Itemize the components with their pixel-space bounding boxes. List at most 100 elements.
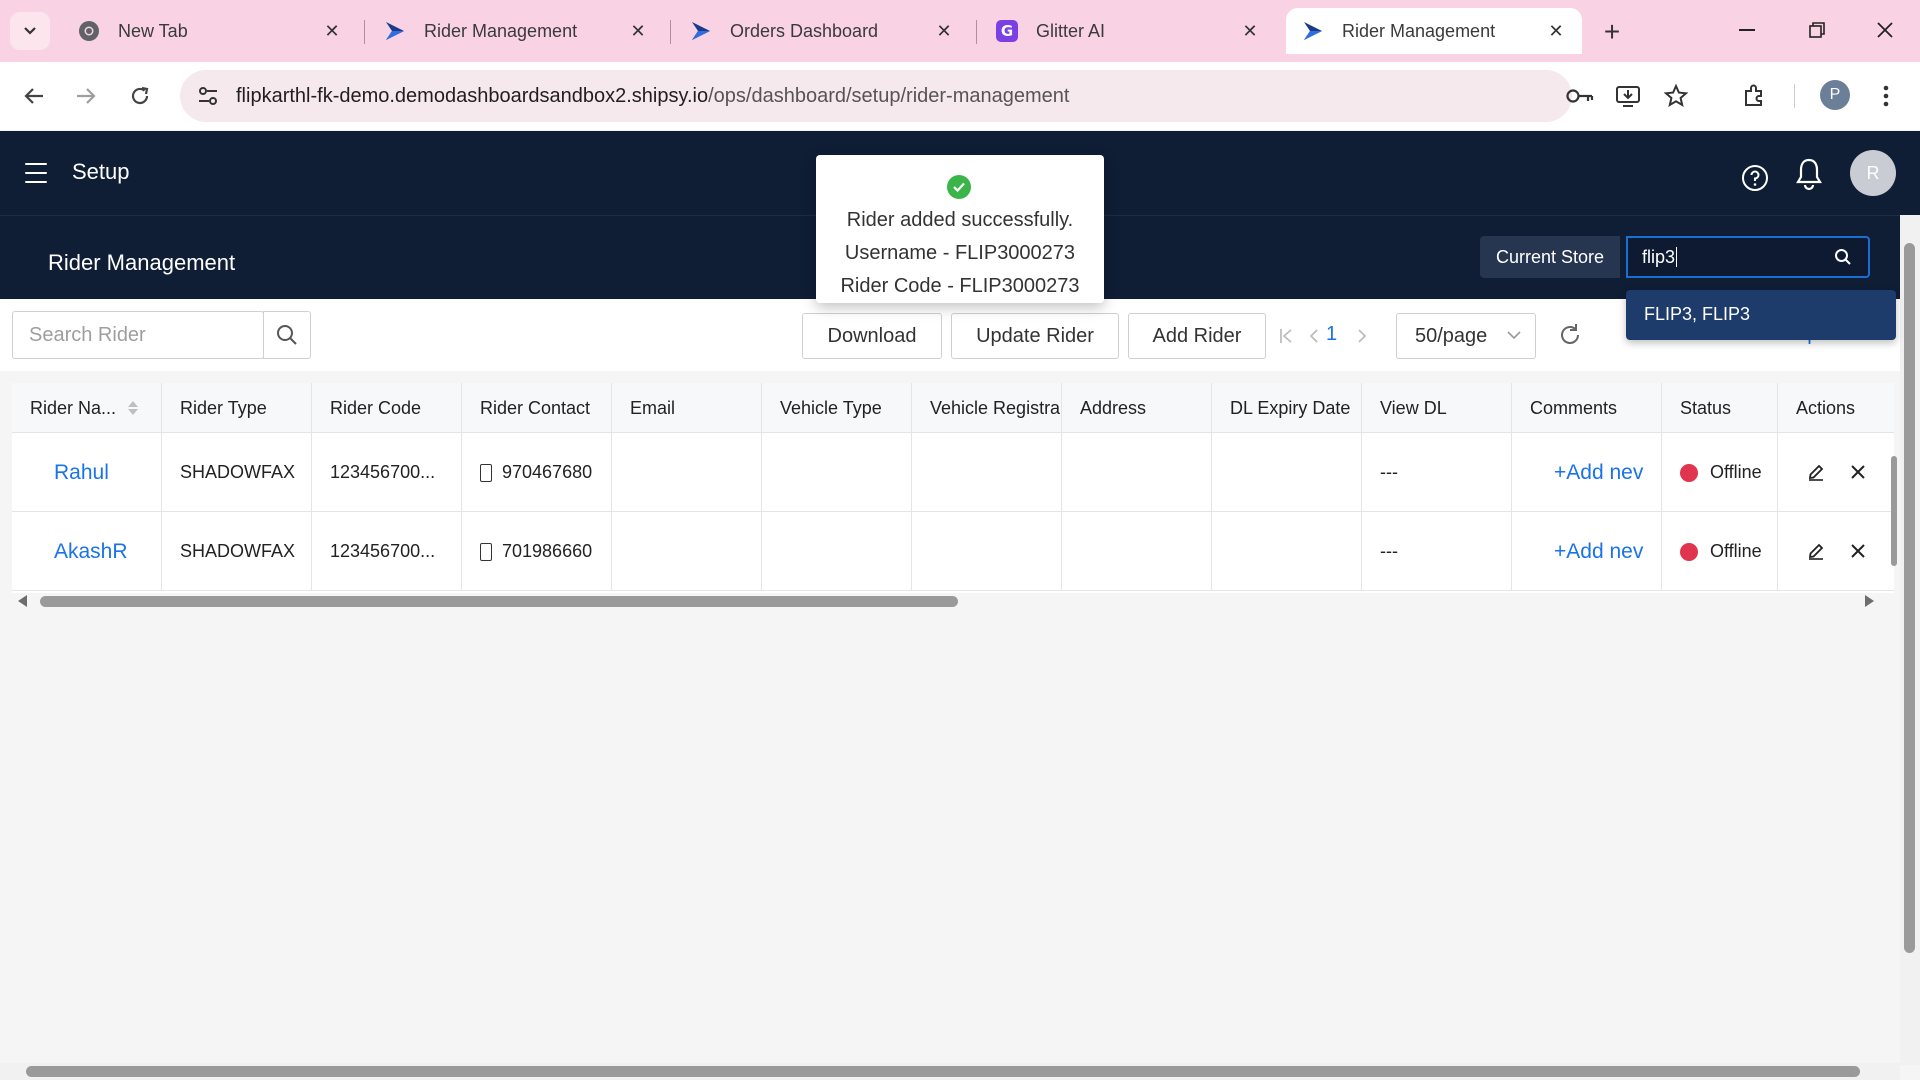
rider-contact-cell: 701986660 bbox=[462, 512, 612, 591]
rider-contact-cell: 970467680 bbox=[462, 433, 612, 512]
close-icon[interactable]: ✕ bbox=[1238, 19, 1262, 43]
more-menu-icon[interactable] bbox=[1866, 76, 1906, 116]
table-horizontal-scrollbar[interactable] bbox=[12, 593, 1882, 609]
status-cell: Offline bbox=[1662, 512, 1778, 591]
page-title: Rider Management bbox=[48, 250, 236, 275]
phone-icon bbox=[480, 463, 492, 482]
scroll-right-arrow[interactable] bbox=[1865, 595, 1874, 607]
close-icon[interactable]: ✕ bbox=[320, 19, 344, 43]
page-horizontal-scrollbar[interactable] bbox=[0, 1063, 1900, 1080]
store-input-value: flip3 bbox=[1642, 246, 1676, 267]
close-icon bbox=[1877, 22, 1893, 38]
actions-cell bbox=[1778, 512, 1894, 591]
toolbar-separator bbox=[1794, 84, 1795, 108]
minimize-button[interactable] bbox=[1724, 10, 1770, 50]
close-icon[interactable]: ✕ bbox=[1544, 19, 1568, 43]
close-icon[interactable]: ✕ bbox=[626, 19, 650, 43]
previous-page-icon[interactable] bbox=[1302, 321, 1326, 351]
page-size-select[interactable]: 50/page bbox=[1396, 313, 1536, 359]
scrollbar-thumb[interactable] bbox=[1904, 243, 1915, 953]
tab-title: Orders Dashboard bbox=[730, 20, 879, 41]
tab-new-tab[interactable]: New Tab ✕ bbox=[62, 8, 358, 54]
extensions-icon[interactable] bbox=[1734, 76, 1774, 116]
current-store-input[interactable]: flip3 bbox=[1626, 236, 1870, 278]
current-store-label: Current Store bbox=[1480, 236, 1621, 278]
column-header-status: Status bbox=[1662, 383, 1778, 433]
table-row: AkashR SHADOWFAX 123456700... 701986660 … bbox=[12, 512, 1894, 591]
column-header-vehicle-type: Vehicle Type bbox=[762, 383, 912, 433]
forward-button[interactable] bbox=[66, 76, 106, 116]
update-rider-button[interactable]: Update Rider bbox=[951, 313, 1119, 359]
delete-icon[interactable] bbox=[1848, 462, 1868, 482]
scrollbar-thumb[interactable] bbox=[26, 1066, 1860, 1077]
rider-name-link[interactable]: AkashR bbox=[12, 512, 162, 591]
tab-orders-dashboard[interactable]: Orders Dashboard ✕ bbox=[674, 8, 970, 54]
next-page-icon[interactable] bbox=[1350, 321, 1374, 351]
bookmark-star-icon[interactable] bbox=[1656, 76, 1696, 116]
scroll-left-arrow[interactable] bbox=[18, 595, 27, 607]
edit-icon[interactable] bbox=[1806, 462, 1826, 482]
rider-name-link[interactable]: Rahul bbox=[12, 433, 162, 512]
store-option[interactable]: FLIP3, FLIP3 bbox=[1644, 304, 1750, 325]
arrow-right-icon bbox=[77, 88, 96, 104]
tab-search-button[interactable] bbox=[10, 12, 50, 50]
search-rider-input[interactable]: Search Rider bbox=[12, 311, 264, 359]
refresh-icon[interactable] bbox=[1556, 321, 1584, 349]
email-cell bbox=[612, 512, 762, 591]
site-info-icon[interactable] bbox=[188, 76, 228, 116]
back-button[interactable] bbox=[14, 76, 54, 116]
arrow-left-icon bbox=[24, 88, 43, 104]
chevron-down-icon bbox=[1507, 331, 1521, 340]
vehicle-type-cell bbox=[762, 512, 912, 591]
add-comment-link[interactable]: +Add nev bbox=[1512, 512, 1662, 591]
scrollbar-thumb[interactable] bbox=[1891, 456, 1897, 566]
scrollbar-thumb[interactable] bbox=[40, 596, 958, 607]
status-dot bbox=[1680, 542, 1698, 561]
dl-expiry-cell bbox=[1212, 433, 1362, 512]
first-page-icon[interactable] bbox=[1274, 321, 1298, 351]
tab-separator bbox=[364, 20, 365, 44]
password-key-icon[interactable] bbox=[1560, 76, 1600, 116]
column-header-rider-name[interactable]: Rider Na... bbox=[12, 383, 162, 433]
download-button[interactable]: Download bbox=[802, 313, 942, 359]
search-icon bbox=[277, 325, 297, 345]
chrome-icon bbox=[76, 18, 102, 44]
bell-icon[interactable] bbox=[1794, 157, 1824, 191]
check-circle-icon bbox=[947, 175, 971, 199]
rider-toolbar: Search Rider Download Update Rider Add R… bbox=[0, 299, 1900, 371]
window-close-button[interactable] bbox=[1862, 10, 1908, 50]
install-app-icon[interactable] bbox=[1608, 76, 1648, 116]
add-comment-link[interactable]: +Add nev bbox=[1512, 433, 1662, 512]
tab-glitter-ai[interactable]: G Glitter AI ✕ bbox=[980, 8, 1276, 54]
reload-button[interactable] bbox=[120, 76, 160, 116]
main-content: Search Rider Download Update Rider Add R… bbox=[0, 299, 1900, 1064]
address-bar[interactable]: flipkarthl-fk-demo.demodashboardsandbox2… bbox=[180, 70, 1572, 122]
table-vertical-scrollbar[interactable] bbox=[1888, 436, 1900, 586]
new-tab-button[interactable]: + bbox=[1594, 14, 1630, 50]
add-rider-button[interactable]: Add Rider bbox=[1128, 313, 1266, 359]
rider-type-cell: SHADOWFAX bbox=[162, 433, 312, 512]
svg-text:G: G bbox=[1001, 22, 1013, 40]
column-header-email: Email bbox=[612, 383, 762, 433]
tab-title: Glitter AI bbox=[1036, 20, 1106, 41]
help-icon[interactable] bbox=[1741, 164, 1769, 192]
sort-icon[interactable] bbox=[128, 401, 139, 415]
tab-rider-management-active[interactable]: Rider Management ✕ bbox=[1286, 8, 1582, 54]
column-header-rider-contact: Rider Contact bbox=[462, 383, 612, 433]
tab-title: Rider Management bbox=[424, 20, 578, 41]
search-rider-button[interactable] bbox=[263, 311, 311, 359]
column-header-vehicle-registration: Vehicle Registra bbox=[912, 383, 1062, 433]
user-avatar[interactable]: R bbox=[1850, 150, 1896, 196]
profile-avatar[interactable]: P bbox=[1820, 80, 1850, 110]
hamburger-menu-icon[interactable] bbox=[22, 159, 50, 187]
tab-rider-management[interactable]: Rider Management ✕ bbox=[368, 8, 664, 54]
current-page-number[interactable]: 1 bbox=[1326, 323, 1337, 346]
edit-icon[interactable] bbox=[1806, 541, 1826, 561]
close-icon[interactable]: ✕ bbox=[932, 19, 956, 43]
column-header-comments: Comments bbox=[1512, 383, 1662, 433]
table-header: Rider Na... Rider Type Rider Code Rider … bbox=[12, 383, 1894, 433]
page-vertical-scrollbar[interactable] bbox=[1900, 215, 1920, 1065]
app-title: Setup bbox=[72, 159, 130, 184]
restore-button[interactable] bbox=[1794, 10, 1840, 50]
delete-icon[interactable] bbox=[1848, 541, 1868, 561]
